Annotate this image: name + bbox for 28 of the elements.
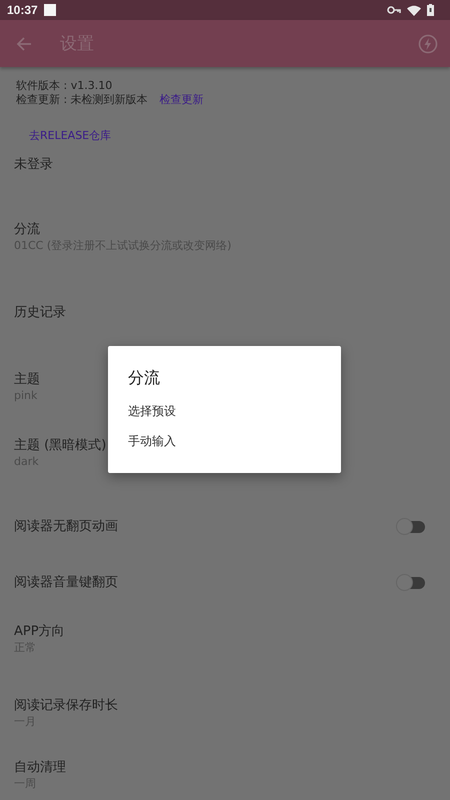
setting-title: 历史记录 bbox=[14, 304, 66, 322]
setting-title: 未登录 bbox=[14, 156, 53, 174]
lightning-icon[interactable] bbox=[418, 34, 438, 54]
settings-item[interactable]: 未登录 bbox=[0, 143, 450, 187]
dialog-option[interactable]: 手动输入 bbox=[128, 433, 176, 449]
status-time: 10:37 bbox=[7, 3, 38, 17]
check-update-link[interactable]: 检查更新 bbox=[160, 93, 204, 107]
release-repo-link[interactable]: 去RELEASE仓库 bbox=[29, 129, 112, 143]
dialog-option[interactable]: 选择预设 bbox=[128, 403, 176, 419]
setting-title: 主题 (黑暗模式) bbox=[14, 437, 106, 455]
update-status-text: 检查更新 : 未检测到新版本 bbox=[16, 93, 148, 107]
setting-title: 阅读器无翻页动画 bbox=[14, 518, 118, 536]
key-icon bbox=[387, 5, 401, 15]
setting-title: 阅读器音量键翻页 bbox=[14, 574, 118, 592]
setting-title: 分流 bbox=[14, 221, 40, 239]
version-text: 软件版本 : v1.3.10 bbox=[16, 79, 114, 93]
notification-icon bbox=[44, 4, 56, 16]
settings-item[interactable]: 阅读器无翻页动画 bbox=[0, 505, 450, 549]
setting-title: 阅读记录保存时长 bbox=[14, 697, 118, 715]
back-arrow-icon[interactable] bbox=[16, 36, 32, 52]
settings-item[interactable]: 历史记录 bbox=[0, 291, 450, 335]
battery-icon bbox=[427, 4, 434, 16]
dialog-title: 分流 bbox=[128, 368, 161, 389]
settings-item[interactable]: 阅读器音量键翻页 bbox=[0, 561, 450, 605]
setting-title: 自动清理 bbox=[14, 759, 66, 777]
wifi-icon bbox=[407, 4, 421, 16]
setting-title: 主题 bbox=[14, 371, 40, 389]
setting-title: APP方向 bbox=[14, 623, 65, 641]
